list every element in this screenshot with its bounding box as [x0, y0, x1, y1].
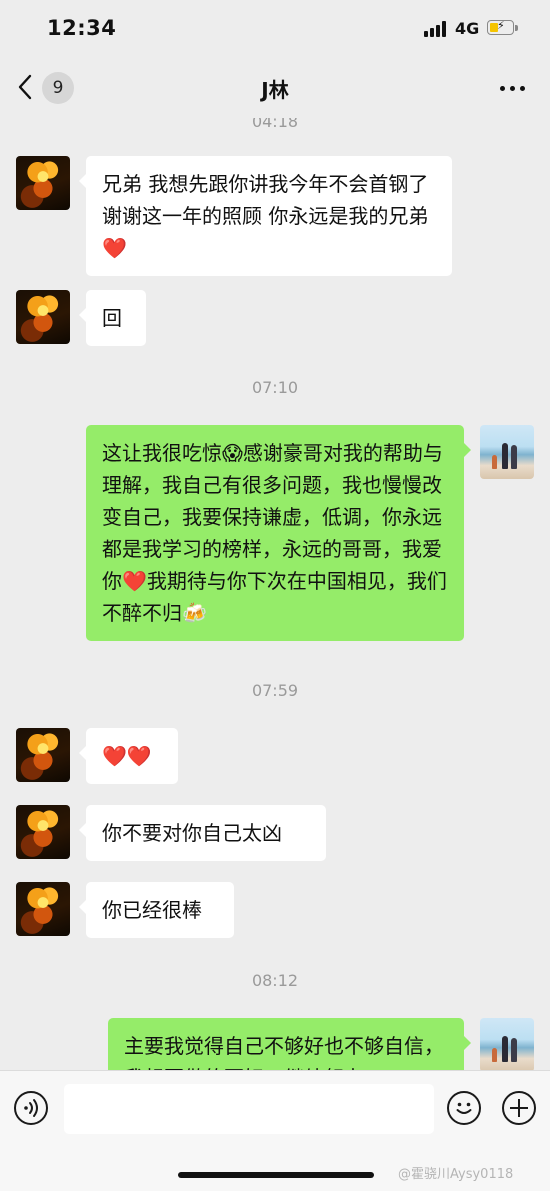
message-bubble-incoming[interactable]: 回 [79, 290, 146, 346]
contact-avatar[interactable] [16, 805, 70, 859]
smiley-icon [456, 1102, 472, 1114]
message-text: 兄弟 我想先跟你讲我今年不会首钢了 谢谢这一年的照顾 你永远是我的兄弟 ❤️ [102, 172, 435, 260]
timestamp: 07:10 [251, 378, 299, 397]
input-bar: @霍骁川Aysy0118 [0, 1070, 550, 1191]
timestamp: 08:12 [251, 971, 299, 990]
voice-input-button[interactable] [14, 1091, 48, 1125]
message-text: 回 [102, 306, 122, 330]
timestamp: 07:59 [251, 681, 299, 700]
battery-cap [515, 25, 518, 31]
my-avatar[interactable] [480, 425, 534, 479]
status-bar: 12:34 4G ⚡ [0, 0, 550, 58]
message-list[interactable]: 04:18 兄弟 我想先跟你讲我今年不会首钢了 谢谢这一年的照顾 你永远是我的兄… [0, 118, 550, 1070]
timestamp: 04:18 [251, 118, 299, 131]
message-bubble-outgoing[interactable]: 这让我很吃惊😱感谢豪哥对我的帮助与理解，我自己有很多问题，我也慢慢改变自己，我要… [86, 425, 471, 641]
my-avatar[interactable] [480, 1018, 534, 1070]
voice-icon [24, 1099, 38, 1117]
message-bubble-incoming[interactable]: 你不要对你自己太凶 [79, 805, 326, 861]
chat-title: J林 [261, 78, 289, 102]
plus-icon[interactable] [502, 1091, 536, 1125]
message-input[interactable] [64, 1084, 434, 1134]
message-bubble-incoming[interactable]: 你已经很棒 [79, 882, 234, 938]
contact-avatar[interactable] [16, 156, 70, 210]
contact-avatar[interactable] [16, 290, 70, 344]
message-text: 主要我觉得自己不够好也不够自信，我想要做的更好，继续努力 [124, 1034, 444, 1070]
more-options-button[interactable] [500, 86, 526, 92]
message-text: ❤️❤️ [102, 744, 152, 768]
battery-icon: ⚡ [487, 19, 514, 35]
contact-avatar[interactable] [16, 728, 70, 782]
message-bubble-outgoing[interactable]: 主要我觉得自己不够好也不够自信，我想要做的更好，继续努力 [108, 1018, 471, 1070]
home-indicator[interactable] [178, 1172, 374, 1178]
network-type: 4G [455, 19, 480, 38]
message-text: 这让我很吃惊😱感谢豪哥对我的帮助与理解，我自己有很多问题，我也慢慢改变自己，我要… [102, 441, 447, 625]
contact-avatar[interactable] [16, 882, 70, 936]
message-bubble-incoming[interactable]: 兄弟 我想先跟你讲我今年不会首钢了 谢谢这一年的照顾 你永远是我的兄弟 ❤️ [79, 156, 452, 276]
chat-header: 9 J林 [0, 58, 550, 118]
signal-icon [424, 21, 450, 37]
message-bubble-incoming[interactable]: ❤️❤️ [79, 728, 178, 784]
status-time: 12:34 [47, 16, 117, 40]
weibo-watermark: @霍骁川Aysy0118 [398, 1167, 514, 1182]
message-text: 你已经很棒 [102, 898, 202, 922]
emoji-button[interactable] [447, 1091, 481, 1125]
message-text: 你不要对你自己太凶 [102, 821, 282, 845]
